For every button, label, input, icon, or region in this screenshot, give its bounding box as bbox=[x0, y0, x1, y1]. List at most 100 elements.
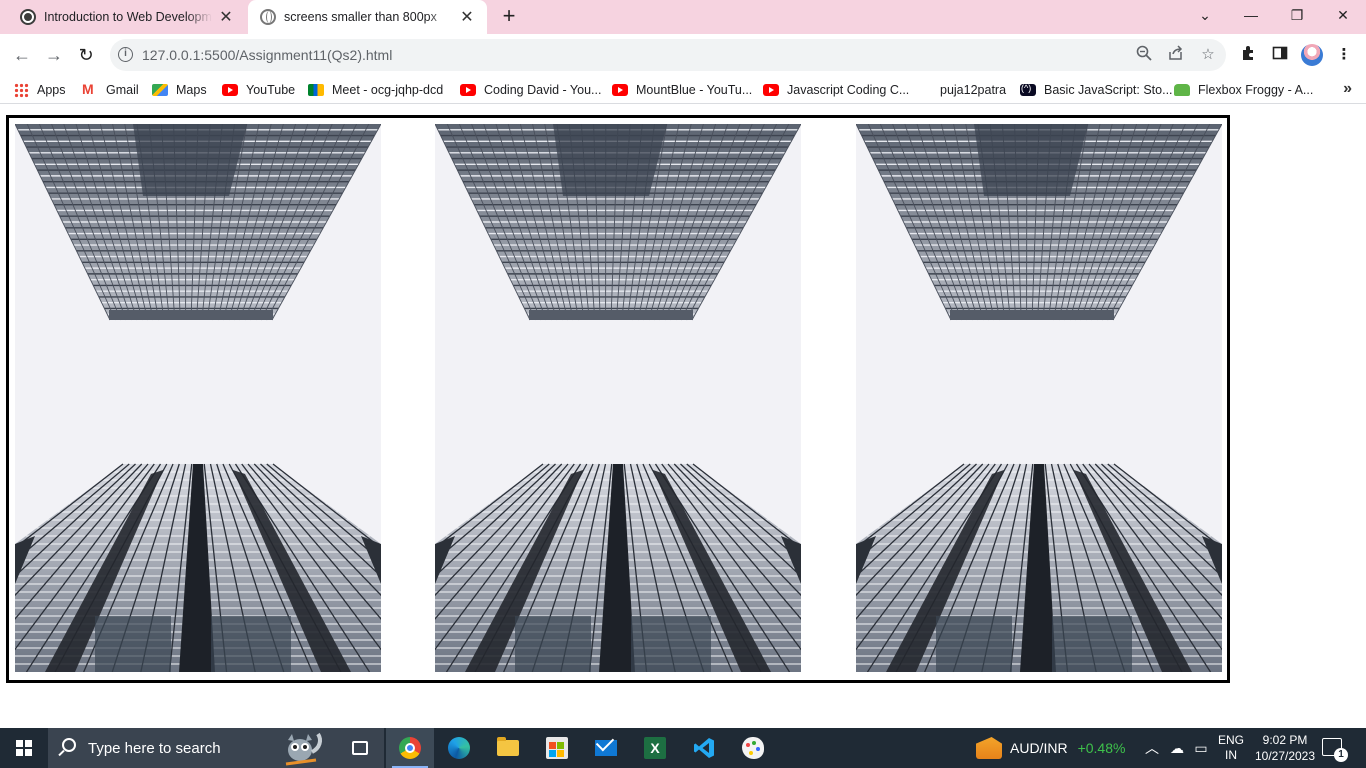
bookmark-flexbox-froggy[interactable]: Flexbox Froggy - A... bbox=[1174, 81, 1313, 99]
bookmark-label: Meet - ocg-jqhp-dcd bbox=[332, 83, 444, 97]
search-icon bbox=[62, 738, 76, 752]
bookmark-meet[interactable]: Meet - ocg-jqhp-dcd bbox=[308, 81, 443, 99]
tab-screens-smaller-than-800px[interactable]: screens smaller than 800px ✕ bbox=[248, 0, 487, 34]
globe-icon bbox=[260, 9, 276, 25]
more-bookmarks-chevron-icon[interactable]: » bbox=[1343, 80, 1352, 98]
task-view-icon bbox=[352, 741, 368, 755]
taskbar-mail[interactable] bbox=[582, 728, 630, 768]
back-button[interactable]: ← bbox=[8, 41, 36, 69]
show-hidden-icons-chevron-icon[interactable]: ︿ bbox=[1142, 728, 1162, 768]
bookmark-star-icon[interactable]: ☆ bbox=[1198, 45, 1218, 65]
taskbar-edge[interactable] bbox=[435, 728, 483, 768]
chrome-icon bbox=[399, 737, 421, 759]
close-tab-icon[interactable]: ✕ bbox=[218, 7, 234, 27]
tab-search-chevron-icon[interactable]: ⌄ bbox=[1182, 0, 1228, 30]
taskbar-vscode[interactable] bbox=[680, 728, 728, 768]
bookmark-label: YouTube bbox=[246, 83, 296, 97]
bookmark-label: Basic JavaScript: Sto... bbox=[1044, 83, 1173, 97]
minimize-button[interactable]: — bbox=[1228, 0, 1274, 30]
youtube-icon bbox=[460, 84, 476, 96]
start-button[interactable] bbox=[0, 728, 48, 768]
currency-chart-icon bbox=[976, 737, 1002, 759]
bookmark-youtube[interactable]: YouTube bbox=[222, 81, 295, 99]
bookmark-gmail[interactable]: Gmail bbox=[82, 81, 139, 99]
tab-introduction-web-development[interactable]: Introduction to Web Developme ✕ bbox=[8, 0, 246, 34]
share-icon[interactable] bbox=[1166, 45, 1186, 65]
restore-button[interactable]: ❐ bbox=[1274, 0, 1320, 30]
region-code: IN bbox=[1225, 748, 1237, 762]
extensions-icon[interactable] bbox=[1238, 45, 1258, 65]
tab-strip: Introduction to Web Developme ✕ screens … bbox=[0, 0, 1366, 34]
notification-count-badge: 1 bbox=[1334, 748, 1348, 762]
windows-logo-icon bbox=[16, 740, 32, 756]
taskbar-paint[interactable] bbox=[729, 728, 777, 768]
reload-button[interactable]: ↻ bbox=[72, 41, 100, 69]
tab-title: Introduction to Web Developme bbox=[44, 10, 212, 24]
image-container bbox=[6, 115, 1230, 683]
frog-icon bbox=[1174, 84, 1190, 96]
building-photo bbox=[435, 124, 801, 672]
bookmark-basic-javascript[interactable]: Basic JavaScript: Sto... bbox=[1020, 81, 1173, 99]
menu-kebab-icon[interactable]: ⋮ bbox=[1334, 45, 1354, 65]
bookmark-maps[interactable]: Maps bbox=[152, 81, 207, 99]
bookmark-label: MountBlue - YouTu... bbox=[636, 83, 753, 97]
maps-icon bbox=[152, 84, 168, 96]
side-panel-icon[interactable] bbox=[1270, 45, 1290, 65]
taskbar-excel[interactable]: X bbox=[631, 728, 679, 768]
forward-button[interactable]: → bbox=[40, 41, 68, 69]
edge-icon bbox=[448, 737, 470, 759]
site-info-icon[interactable]: i bbox=[118, 47, 133, 62]
close-tab-icon[interactable]: ✕ bbox=[459, 7, 475, 27]
ticker-symbol: AUD/INR bbox=[1010, 740, 1068, 756]
language-indicator[interactable]: ENG IN bbox=[1214, 733, 1248, 763]
youtube-icon bbox=[763, 84, 779, 96]
bookmark-label: Coding David - You... bbox=[484, 83, 602, 97]
bookmark-label: Maps bbox=[176, 83, 207, 97]
stock-ticker-widget[interactable]: AUD/INR +0.48% bbox=[976, 728, 1125, 768]
battery-icon[interactable]: ▭ bbox=[1190, 728, 1212, 768]
task-view-button[interactable] bbox=[336, 728, 384, 768]
bookmarks-bar: Apps Gmail Maps YouTube Meet - ocg-jqhp-… bbox=[0, 76, 1366, 104]
youtube-icon bbox=[612, 84, 628, 96]
bookmark-puja12patra[interactable]: puja12patra bbox=[940, 81, 1006, 99]
gmail-icon bbox=[82, 81, 98, 97]
notifications-icon[interactable]: 1 bbox=[1322, 738, 1348, 762]
browser-toolbar: ← → ↻ i 127.0.0.1:5500/Assignment11(Qs2)… bbox=[0, 34, 1366, 76]
bookmark-apps[interactable]: Apps bbox=[14, 81, 66, 99]
taskbar-search-box[interactable]: Type here to search bbox=[48, 728, 384, 768]
vscode-icon bbox=[694, 738, 714, 758]
freecodecamp-icon bbox=[1020, 83, 1036, 96]
store-icon bbox=[546, 737, 568, 759]
skyscraper-illustration bbox=[15, 124, 381, 672]
page-viewport bbox=[0, 105, 1366, 728]
mail-icon bbox=[595, 740, 617, 756]
bookmark-label: Gmail bbox=[106, 83, 139, 97]
folder-icon bbox=[497, 737, 519, 756]
taskbar-chrome[interactable] bbox=[386, 728, 434, 768]
search-placeholder: Type here to search bbox=[88, 740, 221, 757]
address-bar[interactable]: i 127.0.0.1:5500/Assignment11(Qs2).html … bbox=[110, 39, 1226, 71]
youtube-icon bbox=[222, 84, 238, 96]
wordpress-icon bbox=[20, 9, 36, 25]
skyscraper-illustration bbox=[435, 124, 801, 672]
clock-date: 10/27/2023 bbox=[1254, 749, 1316, 763]
language-code: ENG bbox=[1217, 733, 1244, 747]
bookmark-label: Apps bbox=[37, 83, 66, 97]
bookmark-coding-david[interactable]: Coding David - You... bbox=[460, 81, 601, 99]
url-text[interactable]: 127.0.0.1:5500/Assignment11(Qs2).html bbox=[142, 47, 392, 63]
bookmark-javascript-coding[interactable]: Javascript Coding C... bbox=[763, 81, 909, 99]
system-clock[interactable]: 9:02 PM 10/27/2023 bbox=[1250, 732, 1320, 764]
bookmark-label: Flexbox Froggy - A... bbox=[1198, 83, 1314, 97]
profile-avatar[interactable] bbox=[1301, 44, 1323, 66]
bookmark-mountblue[interactable]: MountBlue - YouTu... bbox=[612, 81, 752, 99]
apps-grid-icon bbox=[14, 82, 29, 98]
taskbar-file-explorer[interactable] bbox=[484, 728, 532, 768]
excel-icon: X bbox=[644, 737, 666, 759]
new-tab-button[interactable]: + bbox=[496, 4, 522, 30]
close-window-button[interactable]: ✕ bbox=[1320, 0, 1366, 30]
tab-title: screens smaller than 800px bbox=[284, 10, 437, 24]
clock-time: 9:02 PM bbox=[1262, 733, 1308, 747]
taskbar-microsoft-store[interactable] bbox=[533, 728, 581, 768]
zoom-icon[interactable] bbox=[1134, 45, 1154, 65]
onedrive-cloud-icon[interactable]: ☁ bbox=[1166, 728, 1188, 768]
